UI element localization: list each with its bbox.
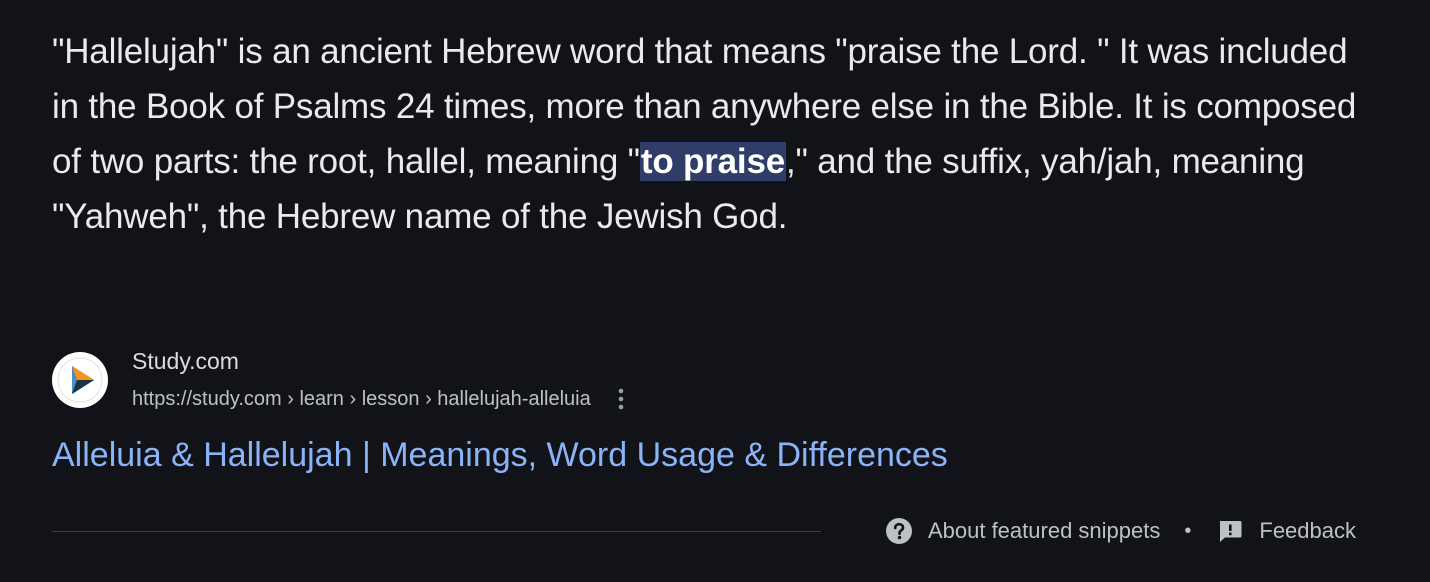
source-attribution[interactable]: Study.com https://study.com › learn › le… [52, 346, 631, 414]
snippet-text: "Hallelujah" is an ancient Hebrew word t… [52, 24, 1382, 244]
feedback-link[interactable]: Feedback [1215, 514, 1356, 548]
feedback-icon [1215, 516, 1245, 546]
feedback-label: Feedback [1259, 518, 1356, 543]
snippet-highlight: to praise [639, 142, 786, 181]
source-url[interactable]: https://study.com › learn › lesson › hal… [132, 386, 591, 412]
help-circle-icon [884, 516, 914, 546]
study-com-favicon-icon[interactable] [52, 352, 108, 408]
more-options-button[interactable] [611, 384, 631, 414]
about-featured-snippets-label: About featured snippets [927, 518, 1161, 543]
footer-divider [52, 531, 821, 532]
url-row: https://study.com › learn › lesson › hal… [132, 384, 631, 414]
source-text: Study.com https://study.com › learn › le… [132, 346, 631, 414]
vertical-dots-icon [618, 388, 624, 410]
footer-separator: • [1184, 520, 1192, 542]
featured-snippet-card: "Hallelujah" is an ancient Hebrew word t… [0, 0, 1430, 582]
site-name[interactable]: Study.com [132, 346, 631, 376]
result-title-link[interactable]: Alleluia & Hallelujah | Meanings, Word U… [52, 432, 948, 478]
snippet-footer: About featured snippets • Feedback [884, 514, 1356, 548]
about-featured-snippets-link[interactable]: About featured snippets [884, 514, 1160, 548]
